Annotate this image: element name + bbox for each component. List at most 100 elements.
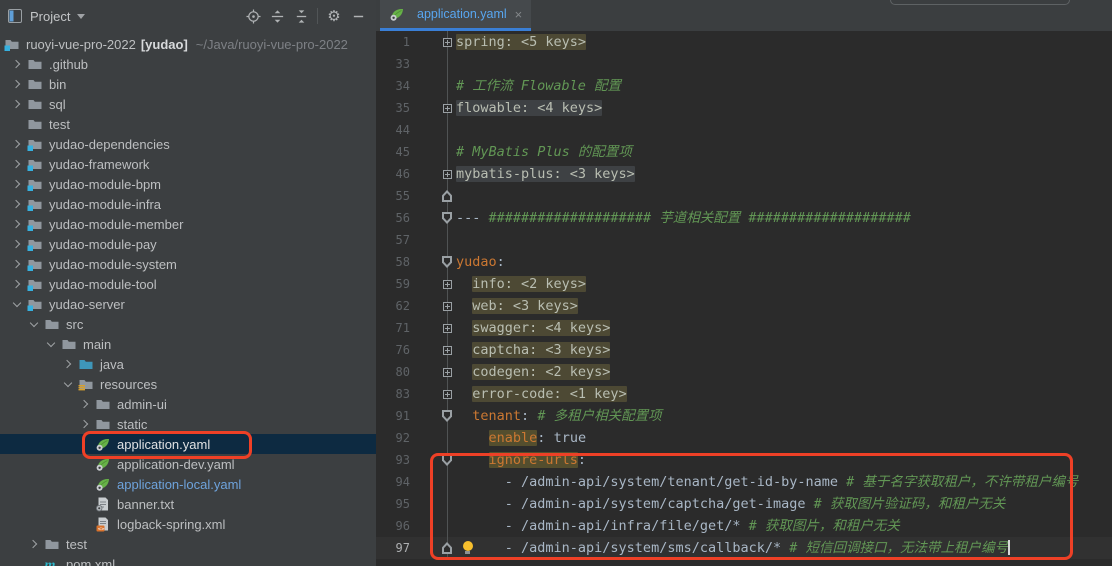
fold-gutter[interactable] <box>410 493 456 515</box>
fold-gutter[interactable] <box>410 229 456 251</box>
fold-gutter[interactable] <box>410 97 456 119</box>
tree-row[interactable]: java <box>0 354 376 374</box>
folded-region[interactable]: captcha: <3 keys> <box>472 342 610 358</box>
fold-gutter[interactable] <box>410 185 456 207</box>
fold-gutter[interactable] <box>410 383 456 405</box>
tree-chevron-icon[interactable] <box>63 360 71 368</box>
tree-row[interactable]: yudao-module-bpm <box>0 174 376 194</box>
panel-title[interactable]: Project <box>30 9 70 24</box>
tree-chevron-icon[interactable] <box>64 378 72 386</box>
fold-expand-icon[interactable] <box>443 346 452 355</box>
fold-gutter[interactable] <box>410 163 456 185</box>
fold-expand-icon[interactable] <box>443 324 452 333</box>
tree-chevron-icon[interactable] <box>12 260 20 268</box>
fold-start-icon[interactable] <box>442 410 452 422</box>
tree-chevron-icon[interactable] <box>12 280 20 288</box>
editor-line[interactable]: 57 <box>376 229 1112 251</box>
editor-line[interactable]: 44 <box>376 119 1112 141</box>
fold-gutter[interactable] <box>410 251 456 273</box>
editor-line[interactable]: 1 spring: <5 keys> <box>376 31 1112 53</box>
code-area[interactable]: 1 spring: <5 keys> 33 34 # 工作流 Flowable … <box>376 31 1112 566</box>
tree-row[interactable]: sql <box>0 94 376 114</box>
tree-row[interactable]: yudao-module-tool <box>0 274 376 294</box>
tree-row[interactable]: application-local.yaml <box>0 474 376 494</box>
fold-gutter[interactable] <box>410 537 456 559</box>
tree-row[interactable]: application.yaml <box>0 434 376 454</box>
fold-start-icon[interactable] <box>442 212 452 224</box>
tree-chevron-icon[interactable] <box>12 140 20 148</box>
editor-line[interactable]: 59 info: <2 keys> <box>376 273 1112 295</box>
editor-line[interactable]: 91 tenant: # 多租户相关配置项 <box>376 405 1112 427</box>
folded-region[interactable]: mybatis-plus: <3 keys> <box>456 166 635 182</box>
fold-expand-icon[interactable] <box>443 170 452 179</box>
tree-row[interactable]: yudao-server <box>0 294 376 314</box>
editor-line[interactable]: 93 ignore-urls: <box>376 449 1112 471</box>
intention-lightbulb-icon[interactable] <box>462 541 473 555</box>
fold-expand-icon[interactable] <box>443 38 452 47</box>
tab-application-yaml[interactable]: application.yaml × <box>380 0 531 31</box>
folded-region[interactable]: swagger: <4 keys> <box>472 320 610 336</box>
editor-line[interactable]: 34 # 工作流 Flowable 配置 <box>376 75 1112 97</box>
tree-row[interactable]: static <box>0 414 376 434</box>
tree-row[interactable]: src <box>0 314 376 334</box>
editor-line[interactable]: 95 - /admin-api/system/captcha/get-image… <box>376 493 1112 515</box>
fold-gutter[interactable] <box>410 427 456 449</box>
fold-gutter[interactable] <box>410 141 456 163</box>
editor-line[interactable]: 45 # MyBatis Plus 的配置项 <box>376 141 1112 163</box>
tree-row[interactable]: yudao-module-infra <box>0 194 376 214</box>
editor-line[interactable]: 55 <box>376 185 1112 207</box>
tree-chevron-icon[interactable] <box>80 420 88 428</box>
editor-line[interactable]: 83 error-code: <1 key> <box>376 383 1112 405</box>
fold-gutter[interactable] <box>410 75 456 97</box>
fold-gutter[interactable] <box>410 339 456 361</box>
chevron-down-icon[interactable] <box>77 14 85 19</box>
tree-row[interactable]: yudao-framework <box>0 154 376 174</box>
tree-row[interactable]: test <box>0 534 376 554</box>
tree-row[interactable]: application-dev.yaml <box>0 454 376 474</box>
hide-panel-icon[interactable] <box>346 5 370 27</box>
folded-region[interactable]: web: <3 keys> <box>472 298 578 314</box>
folded-region[interactable]: codegen: <2 keys> <box>472 364 610 380</box>
tree-chevron-icon[interactable] <box>12 100 20 108</box>
fold-expand-icon[interactable] <box>443 104 452 113</box>
tree-row[interactable]: yudao-dependencies <box>0 134 376 154</box>
fold-gutter[interactable] <box>410 405 456 427</box>
editor-line[interactable]: 71 swagger: <4 keys> <box>376 317 1112 339</box>
fold-expand-icon[interactable] <box>443 368 452 377</box>
tree-chevron-icon[interactable] <box>12 60 20 68</box>
tree-row[interactable]: bin <box>0 74 376 94</box>
tree-row[interactable]: .github <box>0 54 376 74</box>
tree-row[interactable]: yudao-module-member <box>0 214 376 234</box>
tree-row[interactable]: <> logback-spring.xml <box>0 514 376 534</box>
fold-gutter[interactable] <box>410 361 456 383</box>
editor-line[interactable]: 94 - /admin-api/system/tenant/get-id-by-… <box>376 471 1112 493</box>
folded-region[interactable]: error-code: <1 key> <box>472 386 626 402</box>
fold-gutter[interactable] <box>410 295 456 317</box>
fold-gutter[interactable] <box>410 119 456 141</box>
tree-chevron-icon[interactable] <box>12 160 20 168</box>
tree-row[interactable]: m pom.xml <box>0 554 376 566</box>
fold-start-icon[interactable] <box>442 256 452 268</box>
folded-region[interactable]: info: <2 keys> <box>472 276 586 292</box>
tree-row[interactable]: main <box>0 334 376 354</box>
tree-chevron-icon[interactable] <box>12 180 20 188</box>
close-icon[interactable]: × <box>515 7 523 22</box>
folded-region[interactable]: flowable: <4 keys> <box>456 100 602 116</box>
editor-line[interactable]: 96 - /admin-api/infra/file/get/* # 获取图片，… <box>376 515 1112 537</box>
expand-all-icon[interactable] <box>265 5 289 27</box>
fold-start-icon[interactable] <box>442 454 452 466</box>
editor-line[interactable]: 97 - /admin-api/system/sms/callback/* # … <box>376 537 1112 559</box>
tree-chevron-icon[interactable] <box>47 338 55 346</box>
editor-line[interactable]: 35 flowable: <4 keys> <box>376 97 1112 119</box>
editor-line[interactable]: 33 <box>376 53 1112 75</box>
fold-gutter[interactable] <box>410 273 456 295</box>
fold-gutter[interactable] <box>410 31 456 53</box>
editor-line[interactable]: 62 web: <3 keys> <box>376 295 1112 317</box>
editor-line[interactable]: 80 codegen: <2 keys> <box>376 361 1112 383</box>
tree-row[interactable]: banner.txt <box>0 494 376 514</box>
tree-chevron-icon[interactable] <box>80 400 88 408</box>
tree-chevron-icon[interactable] <box>29 540 37 548</box>
collapse-all-icon[interactable] <box>289 5 313 27</box>
fold-expand-icon[interactable] <box>443 280 452 289</box>
fold-gutter[interactable] <box>410 207 456 229</box>
